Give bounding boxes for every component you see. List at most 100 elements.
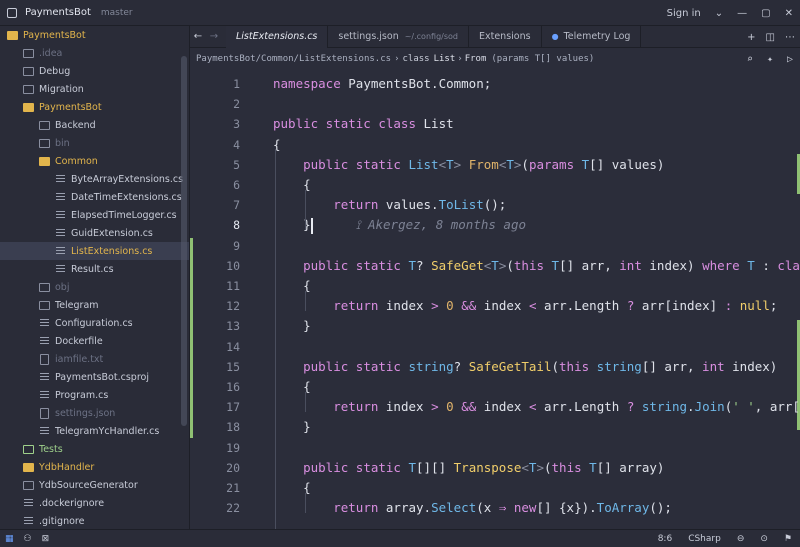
tree-item-label: TelegramYcHandler.cs	[55, 425, 160, 437]
tree-item-label: Telegram	[55, 299, 99, 311]
code-line[interactable]: 4{	[190, 135, 800, 155]
folder-icon	[23, 462, 34, 472]
tree-item[interactable]: PaymentsBot	[0, 26, 189, 44]
file-icon	[56, 246, 65, 257]
tree-item[interactable]: PaymentsBot	[0, 98, 189, 116]
tree-item[interactable]: Program.cs	[0, 386, 189, 404]
editor-tab[interactable]: ● Telemetry Log	[542, 25, 642, 48]
minimize-icon[interactable]: —	[737, 8, 747, 19]
line-number: 18	[226, 420, 240, 435]
tree-item[interactable]: Debug	[0, 62, 189, 80]
code-line[interactable]: 13 }	[190, 316, 800, 336]
run-icon[interactable]: ▷	[787, 54, 793, 65]
file-icon	[56, 210, 65, 221]
code-line[interactable]: 2	[190, 94, 800, 114]
code-line[interactable]: 6 {	[190, 175, 800, 195]
copilot-icon[interactable]: ⊖	[737, 534, 745, 544]
code-line[interactable]: 20 public static T[][] Transpose<T>(this…	[190, 458, 800, 478]
tree-item[interactable]: .idea	[0, 44, 189, 62]
tree-item[interactable]: TelegramYcHandler.cs	[0, 422, 189, 440]
editor-tab[interactable]: ListExtensions.cs	[226, 25, 329, 48]
search-icon[interactable]: ⌕	[747, 54, 753, 65]
tree-item[interactable]: Backend	[0, 116, 189, 134]
code-line[interactable]: 12 return index > 0 && index < arr.Lengt…	[190, 296, 800, 316]
code-line[interactable]: 3 public static class List	[190, 114, 800, 134]
sign-in-button[interactable]: Sign in	[667, 8, 701, 19]
tree-item[interactable]: Telegram	[0, 296, 189, 314]
code-line[interactable]: 22 return array.Select(x ⇒ new[] {x}).To…	[190, 498, 800, 518]
back-arrow-icon[interactable]: ←	[190, 31, 206, 42]
code-editor[interactable]: 1 namespace PaymentsBot.Common; 2 3 public s…	[190, 70, 800, 529]
tree-item[interactable]: DateTimeExtensions.cs	[0, 188, 189, 206]
forward-arrow-icon[interactable]: →	[206, 31, 222, 42]
tab-label: settings.json	[338, 31, 399, 42]
code-line[interactable]: 14	[190, 337, 800, 357]
code-line[interactable]: 16 {	[190, 377, 800, 397]
branch-name[interactable]: master	[101, 8, 133, 18]
diagnostics-icon[interactable]: ⊠	[42, 534, 50, 544]
tree-item[interactable]: Configuration.cs	[0, 314, 189, 332]
code-line[interactable]: 18 }	[190, 417, 800, 437]
code-line[interactable]: 15 public static string? SafeGetTail(thi…	[190, 357, 800, 377]
maximize-icon[interactable]: ▢	[761, 8, 770, 19]
tree-item[interactable]: GuidExtension.cs	[0, 224, 189, 242]
close-icon[interactable]: ✕	[785, 8, 793, 19]
chevron-down-icon[interactable]: ⌄	[715, 8, 723, 19]
assistant-status-icon[interactable]: ⊙	[760, 534, 768, 544]
tree-item[interactable]: obj	[0, 278, 189, 296]
code-line[interactable]: 7 return values.ToList();	[190, 195, 800, 215]
assistant-icon[interactable]: ✦	[767, 54, 773, 65]
code-text: return index > 0 && index < arr.Length ?…	[333, 298, 778, 314]
code-line[interactable]: 5 public static List<T> From<T>(params T…	[190, 155, 800, 175]
file-icon	[56, 174, 65, 185]
line-number: 20	[226, 460, 240, 475]
tree-item[interactable]: Tests	[0, 440, 189, 458]
code-line[interactable]: 11 {	[190, 276, 800, 296]
tree-item[interactable]: iamfile.txt	[0, 350, 189, 368]
tree-item[interactable]: settings.json	[0, 404, 189, 422]
editor-tab[interactable]: Extensions	[469, 25, 542, 48]
breadcrumb-method[interactable]: From	[465, 54, 487, 64]
feedback-icon[interactable]: ⚑	[784, 534, 792, 544]
sidebar-scrollbar[interactable]	[181, 56, 187, 426]
tree-item[interactable]: ListExtensions.cs	[0, 242, 189, 260]
code-line[interactable]: 1 namespace PaymentsBot.Common;	[190, 74, 800, 94]
new-tab-icon[interactable]: +	[747, 32, 755, 43]
code-text: public static class List	[273, 116, 454, 132]
tree-item[interactable]: YdbHandler	[0, 458, 189, 476]
tree-item[interactable]: ByteArrayExtensions.cs	[0, 170, 189, 188]
tree-item[interactable]: Dockerfile	[0, 332, 189, 350]
tree-item[interactable]: YdbSourceGenerator	[0, 476, 189, 494]
collab-icon[interactable]: ⚇	[24, 534, 32, 544]
code-line[interactable]: 8 } ⟟ Akergez, 8 months ago	[190, 215, 800, 235]
project-name[interactable]: PaymentsBot	[25, 7, 91, 18]
split-pane-icon[interactable]: ◫	[766, 32, 775, 43]
tree-item[interactable]: .dockerignore	[0, 494, 189, 512]
editor-tab[interactable]: settings.json ~/.config/sod	[328, 25, 469, 48]
project-panel-icon[interactable]: ▦	[5, 534, 14, 544]
folder-icon	[39, 282, 50, 292]
code-line[interactable]: 19	[190, 438, 800, 458]
status-bar: ▦ ⚇ ⊠ 8:6 CSharp ⊖ ⊙ ⚑	[0, 529, 800, 547]
cursor-position[interactable]: 8:6	[658, 534, 672, 544]
tree-item[interactable]: Common	[0, 152, 189, 170]
code-line[interactable]: 21 {	[190, 478, 800, 498]
tree-item[interactable]: bin	[0, 134, 189, 152]
code-line[interactable]: 9	[190, 236, 800, 256]
file-icon	[24, 516, 33, 527]
code-line[interactable]: 17 return index > 0 && index < arr.Lengt…	[190, 397, 800, 417]
tree-item[interactable]: .gitignore	[0, 512, 189, 529]
tree-item[interactable]: Result.cs	[0, 260, 189, 278]
code-line[interactable]: 10 public static T? SafeGet<T>(this T[] …	[190, 256, 800, 276]
language-selector[interactable]: CSharp	[688, 534, 721, 544]
tree-item[interactable]: ElapsedTimeLogger.cs	[0, 206, 189, 224]
breadcrumb-path[interactable]: PaymentsBot/Common/ListExtensions.cs	[196, 54, 391, 64]
more-icon[interactable]: ⋯	[785, 32, 795, 43]
code-text: public static string? SafeGetTail(this s…	[303, 358, 778, 374]
breadcrumb-class[interactable]: List	[434, 54, 456, 64]
tree-item[interactable]: PaymentsBot.csproj	[0, 368, 189, 386]
tree-item[interactable]: Migration	[0, 80, 189, 98]
folder-icon	[23, 66, 34, 76]
tree-item-label: iamfile.txt	[55, 353, 104, 365]
file-icon	[40, 353, 49, 365]
